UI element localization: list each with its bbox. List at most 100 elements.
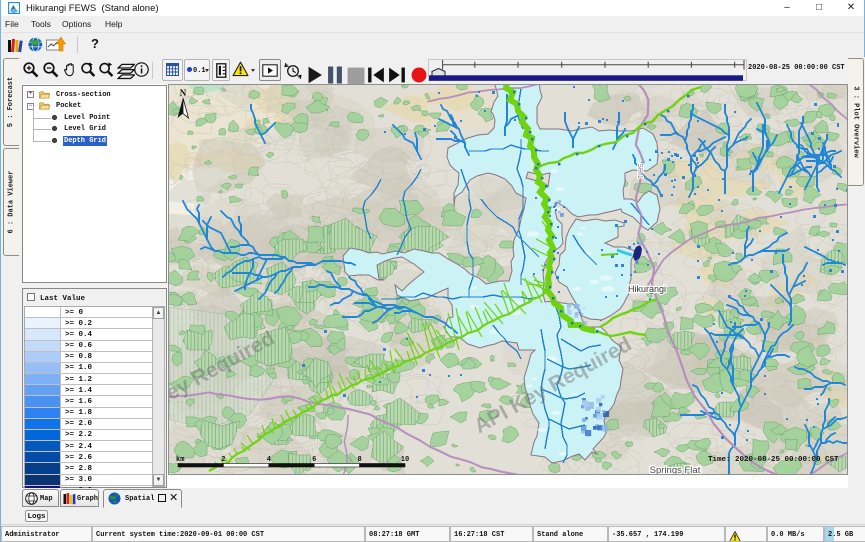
scale-tick-label: 2	[221, 456, 225, 464]
side-tab-plot-overview[interactable]: 3 : Plot Overview	[848, 58, 864, 186]
legend-row[interactable]: >= 2.4	[25, 441, 152, 452]
legend-row[interactable]: >= 2.0	[25, 419, 152, 430]
logs-button[interactable]: Logs	[25, 510, 48, 522]
legend-row[interactable]: >= 0	[25, 307, 152, 318]
side-tab-forecast[interactable]: 5 : Forecast	[3, 58, 19, 146]
status-cell-local-time: 16:27:18 CST	[450, 526, 533, 542]
help-icon[interactable]: ?	[91, 36, 99, 51]
pause-icon[interactable]	[326, 66, 344, 84]
left-panel: + Cross-section − Pocket	[21, 85, 167, 488]
side-tab-data-viewer[interactable]: 6 : Data Viewer	[3, 148, 19, 256]
tab-close-icon[interactable]: ✕	[169, 491, 178, 504]
legend-table: >= 0>= 0.2 >= 0.4 >= 0.6>= 0.8 >= 1.0 >= 1.2…	[24, 306, 153, 487]
profile-view-button[interactable]	[212, 59, 230, 81]
last-value-checkbox[interactable]	[27, 293, 35, 301]
step-forward-icon[interactable]	[388, 66, 406, 84]
contour-dot-icon	[187, 67, 192, 72]
chevron-down-icon	[251, 69, 255, 72]
step-back-icon[interactable]	[367, 66, 385, 84]
tab-maximize-icon[interactable]	[158, 494, 166, 502]
expand-icon[interactable]: +	[27, 91, 34, 98]
legend-row[interactable]: >= 3.0	[25, 475, 152, 486]
time-settings-icon[interactable]	[284, 62, 302, 80]
import-data-icon[interactable]	[46, 36, 66, 55]
scale-tick-label: 6	[312, 456, 316, 464]
logs-row: Logs	[21, 508, 848, 524]
tree-node-level-grid[interactable]: Level Grid	[25, 124, 164, 136]
scroll-down-icon[interactable]: ▼	[153, 474, 164, 486]
legend-row-label: >= 0.8	[65, 353, 92, 361]
legend-row[interactable]: >= 1.0	[25, 363, 152, 374]
maximize-button[interactable]: □	[804, 0, 834, 16]
last-value-row[interactable]: Last Value	[27, 293, 85, 303]
timeline-slider[interactable]	[426, 57, 753, 84]
grid-display-button[interactable]	[162, 59, 183, 81]
legend-row[interactable]: >= 1.4	[25, 385, 152, 396]
legend-row[interactable]: >= 0.8	[25, 352, 152, 363]
contour-threshold-dropdown[interactable]: 0.1	[184, 59, 210, 81]
warning-icon	[729, 531, 741, 542]
bar-chart-icon	[63, 492, 76, 505]
tree-connector	[33, 129, 51, 130]
legend-row[interactable]: >= 2.2	[25, 430, 152, 441]
close-button[interactable]: ✕	[836, 0, 865, 16]
zoom-in-icon[interactable]	[22, 61, 40, 79]
legend-color-swatch	[25, 430, 61, 440]
legend-row-label: >= 1.0	[65, 364, 92, 372]
tab-spatial[interactable]: Spatial ✕	[103, 489, 182, 508]
legend-color-swatch	[25, 341, 61, 351]
legend-color-swatch	[25, 374, 61, 384]
status-cell-mode: Stand alone	[533, 526, 608, 542]
map-canvas[interactable]: API Key Required API Key Required Hikura…	[169, 85, 847, 474]
status-cell-system-time: Current system time:2020-09-01 00:00 CST	[92, 526, 365, 542]
map-display-icon[interactable]	[28, 37, 43, 52]
legend-row-label: >= 1.8	[65, 409, 92, 417]
pan-hand-icon[interactable]	[61, 61, 79, 79]
legend-color-swatch	[25, 408, 61, 418]
locality-label: Springs Flat	[650, 465, 701, 474]
legend-row[interactable]: >= 1.2	[25, 374, 152, 385]
stop-icon[interactable]	[347, 67, 365, 85]
status-cell-memory[interactable]: 2.5 GB	[824, 526, 865, 542]
menu-help[interactable]: Help	[105, 19, 122, 29]
tree-node-pocket[interactable]: − Pocket	[25, 101, 164, 113]
zoom-out-icon[interactable]	[42, 61, 60, 79]
info-icon[interactable]	[133, 61, 151, 79]
menu-tools[interactable]: Tools	[31, 19, 51, 29]
legend-row[interactable]: >= 1.8	[25, 408, 152, 419]
tree-node-level-point[interactable]: Level Point	[25, 112, 164, 124]
zoom-next-icon[interactable]	[98, 61, 116, 79]
legend-row-label: >= 0.4	[65, 331, 92, 339]
layer-tree: + Cross-section − Pocket	[25, 89, 164, 147]
animation-player-button[interactable]	[259, 59, 281, 81]
status-text: Administrator	[5, 531, 60, 539]
tab-map[interactable]: Map	[22, 489, 59, 507]
main-toolbar: ?	[1, 33, 864, 57]
legend-row[interactable]: >= 2.6	[25, 452, 152, 463]
scale-unit-label: km	[176, 456, 184, 464]
legend-row[interactable]: >= 0.4	[25, 329, 152, 340]
menu-file[interactable]: File	[5, 19, 19, 29]
legend-row-label: >= 2.0	[65, 420, 92, 428]
chevron-down-icon	[205, 69, 209, 72]
tab-graph[interactable]: Graph	[60, 489, 99, 507]
menu-options[interactable]: Options	[62, 19, 91, 29]
legend-panel: Last Value >= 0>= 0.2>= 0.4>= 0.6>= 0.8>…	[22, 288, 167, 488]
tree-node-cross-section[interactable]: + Cross-section	[25, 89, 164, 101]
explorer-icon[interactable]	[7, 37, 24, 54]
legend-row-label: >= 2.2	[65, 431, 92, 439]
legend-row[interactable]: >= 1.6	[25, 396, 152, 407]
legend-scrollbar[interactable]: ▲ ▼	[152, 306, 165, 487]
thresholds-dropdown-button[interactable]	[232, 59, 256, 81]
legend-row[interactable]: >= 0.6	[25, 341, 152, 352]
tree-node-depth-grid[interactable]: Depth Grid	[25, 135, 164, 147]
legend-color-swatch	[25, 396, 61, 406]
map-view[interactable]: API Key Required API Key Required Hikura…	[168, 84, 848, 475]
legend-row[interactable]: >= 2.8	[25, 463, 152, 474]
play-icon[interactable]	[306, 66, 324, 84]
minimize-button[interactable]: –	[772, 0, 802, 16]
scroll-up-icon[interactable]: ▲	[153, 307, 164, 319]
legend-row[interactable]: >= 0.2	[25, 318, 152, 329]
zoom-previous-icon[interactable]	[79, 61, 97, 79]
legend-color-swatch	[25, 475, 61, 485]
